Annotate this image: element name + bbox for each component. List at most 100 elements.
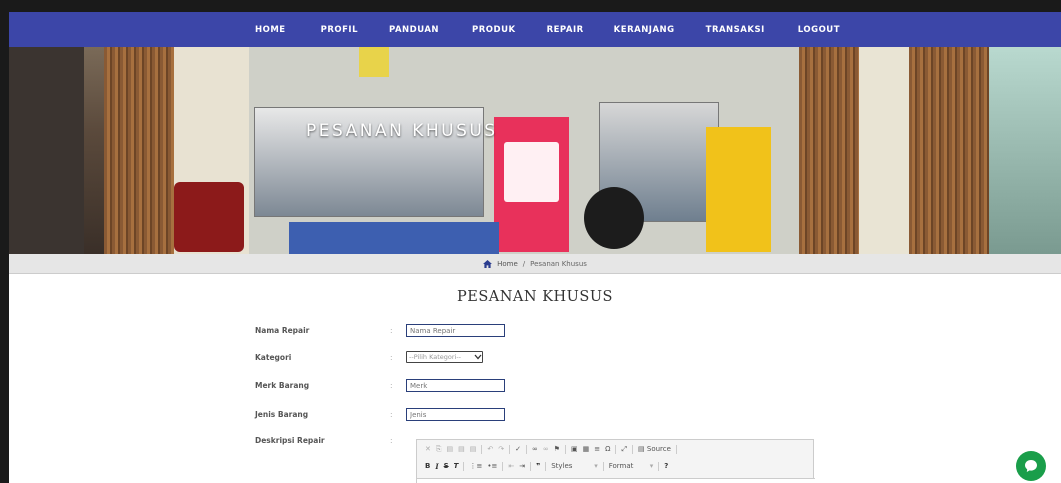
banner-panel (504, 142, 559, 202)
page: HOME PROFIL PANDUAN PRODUK REPAIR KERANJ… (9, 12, 1061, 483)
colon: : (390, 352, 393, 362)
bags (174, 182, 244, 252)
label-merk: Merk Barang (255, 381, 310, 390)
chat-bubble-icon (1025, 460, 1037, 472)
divider (509, 444, 511, 454)
row-jenis: Jenis Barang : (255, 408, 505, 421)
strike-icon[interactable]: S (444, 462, 449, 470)
divider (525, 444, 527, 454)
paste-icon[interactable]: ▤ (446, 445, 453, 453)
bold-icon[interactable]: B (425, 462, 430, 470)
image-icon[interactable]: ▣ (571, 445, 578, 453)
styles-label: Styles (551, 462, 573, 470)
format-dropdown[interactable]: Format (609, 462, 645, 470)
unlink-icon[interactable]: ∞ (543, 445, 549, 453)
counter (289, 222, 499, 254)
divider (502, 461, 504, 471)
nav-transaksi[interactable]: TRANSAKSI (706, 25, 765, 35)
right-shutter (799, 47, 859, 254)
top-nav: HOME PROFIL PANDUAN PRODUK REPAIR KERANJ… (9, 12, 1061, 47)
colon: : (390, 436, 393, 445)
link-icon[interactable]: ∞ (532, 445, 538, 453)
source-label: Source (646, 445, 671, 453)
chevron-down-icon[interactable]: ▾ (650, 462, 654, 470)
cut-icon[interactable]: ✕ (425, 445, 431, 453)
nav-panduan[interactable]: PANDUAN (389, 25, 439, 35)
jenis-input[interactable] (406, 408, 505, 421)
chevron-down-icon[interactable]: ▾ (594, 462, 598, 470)
hr-icon[interactable]: ≡ (594, 445, 600, 453)
divider (481, 444, 483, 454)
label-jenis: Jenis Barang (255, 410, 309, 419)
divider (530, 461, 532, 471)
helmet (584, 187, 644, 249)
chat-button[interactable] (1016, 451, 1046, 481)
breadcrumb-home[interactable]: Home (497, 260, 518, 268)
divider (602, 461, 604, 471)
divider (658, 461, 660, 471)
table-icon[interactable]: ▦ (583, 445, 590, 453)
breadcrumb: Home / Pesanan Khusus (9, 254, 1061, 274)
divider (545, 461, 547, 471)
nav-repair[interactable]: REPAIR (547, 25, 584, 35)
breadcrumb-separator: / (522, 259, 526, 268)
label-deskripsi: Deskripsi Repair (255, 436, 325, 445)
paste-text-icon[interactable]: ▤ (458, 445, 465, 453)
blockquote-icon[interactable]: ❞ (536, 462, 540, 470)
styles-dropdown[interactable]: Styles (551, 462, 589, 470)
row-kategori: Kategori : --Pilih Kategori-- (255, 351, 483, 363)
spellcheck-icon[interactable]: ✓ (515, 445, 521, 453)
numbered-list-icon[interactable]: ⋮≡ (469, 462, 482, 470)
indent-icon[interactable]: ⇥ (519, 462, 525, 470)
left-shutter (104, 47, 174, 254)
undo-icon[interactable]: ↶ (487, 445, 493, 453)
banner-yellow (706, 127, 771, 252)
remove-format-icon[interactable]: T (454, 462, 459, 470)
divider (564, 444, 566, 454)
breadcrumb-current: Pesanan Khusus (530, 259, 587, 268)
outdent-icon[interactable]: ⇤ (508, 462, 514, 470)
editor-toolbar-1: ✕ ⎘ ▤ ▤ ▤ ↶ ↷ ✓ ∞ ∞ ⚑ ▣ ▦ ≡ Ω ⤢ ▤ Source (417, 442, 813, 456)
nav-logout[interactable]: LOGOUT (798, 25, 840, 35)
maximize-icon[interactable]: ⤢ (621, 445, 627, 454)
redo-icon[interactable]: ↷ (498, 445, 504, 453)
street (989, 47, 1061, 254)
page-title: PESANAN KHUSUS (457, 289, 613, 305)
editor-toolbar-2: B I S T ⋮≡ •≡ ⇤ ⇥ ❞ Styles ▾ Format ▾ ? (417, 459, 813, 473)
kategori-value: --Pilih Kategori-- (409, 353, 462, 361)
anchor-icon[interactable]: ⚑ (554, 445, 560, 453)
rich-text-editor[interactable]: ✕ ⎘ ▤ ▤ ▤ ↶ ↷ ✓ ∞ ∞ ⚑ ▣ ▦ ≡ Ω ⤢ ▤ Source (416, 439, 815, 483)
special-char-icon[interactable]: Ω (605, 445, 610, 453)
left-dark (9, 47, 84, 254)
row-deskripsi: Deskripsi Repair : (255, 436, 406, 445)
hero-banner: PESANAN KHUSUS (9, 47, 1061, 254)
divider (463, 461, 465, 471)
label-nama: Nama Repair (255, 326, 310, 335)
copy-icon[interactable]: ⎘ (436, 445, 442, 454)
italic-icon[interactable]: I (435, 462, 438, 471)
right-shutter-2 (909, 47, 989, 254)
format-label: Format (608, 462, 634, 470)
nama-input[interactable] (406, 324, 505, 337)
paste-word-icon[interactable]: ▤ (470, 445, 477, 453)
row-nama: Nama Repair : (255, 324, 505, 337)
help-icon[interactable]: ? (664, 462, 668, 470)
bulleted-list-icon[interactable]: •≡ (487, 462, 497, 470)
kategori-select[interactable]: --Pilih Kategori-- (406, 351, 483, 363)
colon: : (390, 326, 393, 335)
nav-keranjang[interactable]: KERANJANG (614, 25, 675, 35)
nav-profil[interactable]: PROFIL (321, 25, 358, 35)
sign-yellow (359, 47, 389, 77)
source-button[interactable]: ▤ Source (638, 445, 671, 453)
nav-home[interactable]: HOME (255, 25, 286, 35)
editor-body[interactable] (417, 478, 815, 483)
divider (632, 444, 634, 454)
right-wall (859, 47, 909, 254)
divider (675, 444, 677, 454)
hero-title: PESANAN KHUSUS (306, 121, 498, 141)
chevron-down-icon (474, 354, 482, 360)
nav-produk[interactable]: PRODUK (472, 25, 516, 35)
row-merk: Merk Barang : (255, 379, 505, 392)
home-icon (483, 259, 493, 268)
merk-input[interactable] (406, 379, 505, 392)
